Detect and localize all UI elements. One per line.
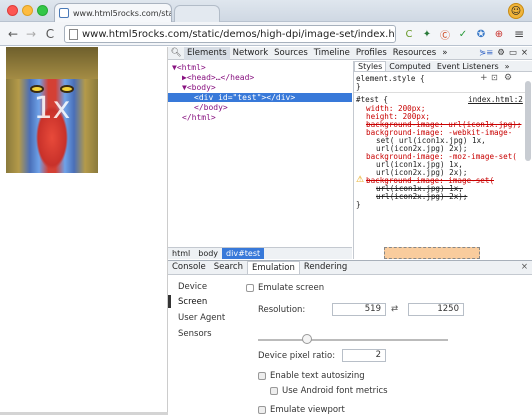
dom-node-html-close[interactable]: </html>	[182, 113, 216, 122]
extension-4-icon[interactable]: ✓	[456, 27, 470, 41]
tab-strip: www.html5rocks.com/stat × ☺	[0, 0, 532, 22]
resolution-slider-track[interactable]	[258, 339, 448, 341]
tab-console[interactable]: Console	[168, 261, 210, 274]
resolution-width-input[interactable]: 519	[332, 303, 386, 316]
rule-source-link[interactable]: index.html:2	[468, 95, 523, 104]
emulation-nav-sensors[interactable]: Sensors	[178, 329, 212, 339]
forward-button[interactable]: →	[24, 27, 38, 41]
tab-event-listeners[interactable]: Event Listeners	[434, 62, 502, 71]
resolution-label: Resolution:	[258, 305, 306, 315]
more-tabs-button[interactable]: »	[439, 47, 450, 60]
close-devtools-icon[interactable]: ×	[521, 48, 528, 58]
close-drawer-icon[interactable]: ×	[517, 261, 532, 274]
dom-node-div-test[interactable]: <div id="test"></div>	[194, 93, 295, 102]
styles-scrollbar[interactable]	[525, 81, 531, 161]
breadcrumb-body[interactable]: body	[194, 248, 222, 259]
browser-toolbar: ← → C www.html5rocks.com/static/demos/hi…	[0, 22, 532, 46]
page-icon	[69, 28, 78, 40]
dpr-label: Device pixel ratio:	[258, 351, 336, 361]
rule-selector: #test {	[356, 95, 389, 104]
tab-styles[interactable]: Styles	[354, 61, 387, 71]
devtools-toolbar: 🔍︎ Elements Network Sources Timeline Pro…	[168, 46, 532, 60]
rule-close: }	[356, 200, 361, 209]
dom-node-body-close[interactable]: </body>	[194, 103, 228, 112]
tab-search[interactable]: Search	[210, 261, 247, 274]
color-format-gear-icon[interactable]: ⚙	[504, 73, 512, 83]
emulate-viewport-checkbox[interactable]	[258, 406, 266, 414]
swap-dimensions-icon[interactable]: ⇄	[391, 304, 398, 314]
zoom-window-button[interactable]	[37, 5, 48, 16]
tab-profiles[interactable]: Profiles	[353, 47, 390, 60]
close-window-button[interactable]	[7, 5, 18, 16]
emulation-nav-screen[interactable]: Screen	[178, 297, 207, 307]
back-button[interactable]: ←	[6, 27, 20, 41]
emulate-screen-checkbox[interactable]	[246, 284, 254, 292]
extension-3-icon[interactable]: Ⓒ	[438, 27, 452, 42]
dom-tree: ▼<html> ▶<head>…</head> ▼<body> <div id=…	[168, 61, 352, 247]
emulation-nav-user-agent[interactable]: User Agent	[178, 313, 225, 323]
active-nav-indicator	[168, 295, 171, 308]
box-model-diagram	[384, 247, 480, 259]
console-drawer-icon[interactable]: ⋟≡	[479, 48, 493, 58]
extension-2-icon[interactable]: ✦	[420, 27, 434, 41]
inspect-search-icon[interactable]: 🔍︎	[168, 48, 184, 58]
breadcrumb-html[interactable]: html	[168, 248, 194, 259]
extension-1-icon[interactable]: C	[402, 27, 416, 41]
drawer-tabs: Console Search Emulation Rendering ×	[168, 261, 532, 275]
styles-sidebar: Styles Computed Event Listeners » elemen…	[353, 61, 532, 259]
breadcrumb-div-test[interactable]: div#test	[222, 248, 265, 259]
chrome-menu-icon[interactable]: ≡	[512, 27, 526, 41]
emulate-viewport-label: Emulate viewport	[270, 405, 345, 415]
address-bar[interactable]: www.html5rocks.com/static/demos/high-dpi…	[64, 25, 396, 43]
toggle-state-icon[interactable]: ⊡	[491, 73, 498, 82]
tab-resources[interactable]: Resources	[390, 47, 439, 60]
new-rule-plus-icon[interactable]: +	[480, 73, 488, 83]
page-favicon-icon	[59, 8, 69, 18]
tab-emulation[interactable]: Emulation	[246, 261, 300, 274]
styles-more-tabs[interactable]: »	[502, 62, 513, 71]
url-text: www.html5rocks.com/static/demos/high-dpi…	[82, 28, 396, 40]
browser-tab-active[interactable]: www.html5rocks.com/stat ×	[54, 3, 172, 22]
warning-icon: ⚠	[356, 175, 365, 185]
devtools-drawer: Console Search Emulation Rendering × Dev…	[168, 260, 532, 415]
dom-node-body[interactable]: ▼<body>	[182, 83, 216, 92]
resolution-slider-handle[interactable]	[302, 334, 312, 344]
new-tab-button[interactable]	[174, 5, 220, 22]
devtools-panel: 🔍︎ Elements Network Sources Timeline Pro…	[168, 46, 532, 415]
emulate-screen-label: Emulate screen	[258, 283, 325, 293]
emulation-screen-panel: Emulate screen Resolution: 519 ⇄ 1250 De…	[246, 276, 532, 415]
minimize-window-button[interactable]	[22, 5, 33, 16]
page-viewport: 1x	[0, 47, 168, 415]
dock-icon[interactable]: ▭	[509, 48, 517, 58]
extension-5-icon[interactable]: ✪	[474, 27, 488, 41]
image-resolution-label: 1x	[33, 91, 71, 126]
tab-computed[interactable]: Computed	[386, 62, 434, 71]
reload-button[interactable]: C	[43, 27, 57, 41]
profile-avatar-icon[interactable]: ☺	[508, 3, 524, 19]
tab-rendering[interactable]: Rendering	[300, 261, 351, 274]
css-bg-image-set-2x: url(icon2x.jpg) 2x);	[376, 192, 468, 201]
resolution-height-input[interactable]: 1250	[408, 303, 464, 316]
styles-tabs: Styles Computed Event Listeners »	[354, 61, 532, 72]
tab-title: www.html5rocks.com/stat	[73, 8, 172, 18]
dom-node-html[interactable]: ▼<html>	[172, 63, 206, 72]
android-metrics-checkbox[interactable]	[270, 387, 278, 395]
text-autosizing-label: Enable text autosizing	[270, 371, 365, 381]
tab-network[interactable]: Network	[230, 47, 272, 60]
android-metrics-label: Use Android font metrics	[282, 386, 388, 396]
extension-6-icon[interactable]: ⊕	[492, 27, 506, 41]
tab-sources[interactable]: Sources	[271, 47, 311, 60]
settings-gear-icon[interactable]: ⚙	[497, 48, 505, 58]
tab-timeline[interactable]: Timeline	[311, 47, 353, 60]
emulation-nav-device[interactable]: Device	[178, 282, 207, 292]
breadcrumb: html body div#test	[168, 247, 352, 259]
tab-elements[interactable]: Elements	[184, 46, 230, 60]
element-style-selector: element.style {	[356, 74, 425, 83]
dpr-input[interactable]: 2	[342, 349, 386, 362]
dom-node-head[interactable]: ▶<head>…</head>	[182, 73, 254, 82]
emulation-nav: Device Screen User Agent Sensors	[168, 276, 246, 415]
element-style-close: }	[356, 82, 361, 91]
text-autosizing-checkbox[interactable]	[258, 372, 266, 380]
mandrill-image: 1x	[6, 47, 98, 173]
